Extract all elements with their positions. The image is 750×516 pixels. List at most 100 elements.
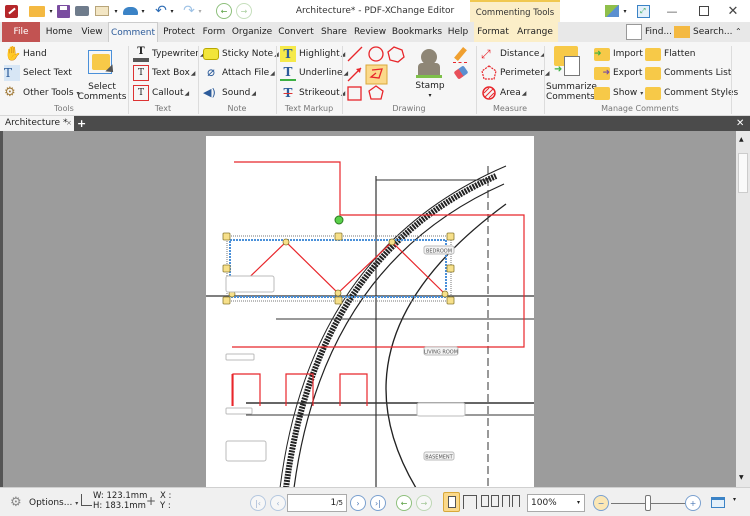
save-icon[interactable] [55,3,71,19]
scan-icon[interactable] [121,3,139,19]
open-folder-icon[interactable] [26,3,48,19]
polyline-tool-selected[interactable] [365,64,388,85]
sound-button[interactable]: ◀) Sound ◢ [203,84,256,102]
import-button[interactable]: ➜ Import [594,45,643,63]
collapse-ribbon-icon[interactable]: ⌃ [735,27,742,36]
highlight-button[interactable]: THighlight◢ [280,45,345,63]
resize-handle[interactable] [222,264,231,273]
strikeout-button[interactable]: TStrikeout◢ [280,84,346,102]
polygon-tool-icon[interactable] [368,85,384,100]
previous-page-button[interactable]: ‹ [270,495,286,511]
typewriter-button[interactable]: TTypewriter◢ [133,45,205,63]
close-tab-icon[interactable]: × [66,116,72,131]
undo-icon[interactable]: ↶ [154,3,168,19]
arrow-tool-icon[interactable] [347,67,362,82]
email-dropdown-icon[interactable]: ▾ [113,3,119,19]
close-all-tabs-icon[interactable]: ✕ [736,116,748,131]
redo-icon[interactable]: ↷ [182,3,196,19]
previous-view-button[interactable]: ← [396,495,412,511]
next-view-button[interactable]: → [416,495,432,511]
new-tab-button[interactable]: + [77,116,87,131]
menu-form[interactable]: Form [200,22,228,42]
menu-file[interactable]: File [2,22,40,42]
vertex-handle[interactable] [334,289,342,297]
minimize-button[interactable]: — [663,3,681,19]
resize-handle[interactable] [334,296,343,305]
forward-icon[interactable]: → [236,3,252,19]
resize-handle[interactable] [446,232,455,241]
menu-bookmarks[interactable]: Bookmarks [391,22,443,42]
scroll-down-icon[interactable]: ▼ [739,474,744,481]
layout-settings-icon[interactable] [603,3,621,19]
menu-help[interactable]: Help [446,22,470,42]
resize-handle[interactable] [446,296,455,305]
menu-home[interactable]: Home [43,22,75,42]
vertex-handle[interactable] [388,238,396,246]
maximize-button[interactable] [695,3,713,19]
menu-arrange[interactable]: Arrange [512,22,558,42]
options-button[interactable]: ⚙ Options... ▾ [10,494,78,512]
resize-handle[interactable] [334,232,343,241]
print-icon[interactable] [74,3,90,19]
red-bracket-annotation[interactable] [232,373,261,406]
rotate-handle[interactable] [334,215,344,225]
scan-dropdown-icon[interactable]: ▾ [140,3,146,19]
distance-button[interactable]: ⤢ Distance ◢ [481,45,545,63]
zoom-in-button[interactable]: + [685,495,701,511]
flatten-button[interactable]: Flatten [645,45,696,63]
pdf-page[interactable]: BEDROOM LIVING ROOM BASEMENT [206,136,534,488]
select-text-button[interactable]: T Select Text [4,64,72,82]
resize-handle[interactable] [446,264,455,273]
perimeter-button[interactable]: Perimeter ◢ [481,64,550,82]
menu-convert[interactable]: Convert [276,22,316,42]
attach-file-button[interactable]: ⌀ Attach File ◢ [203,64,275,82]
zoom-out-button[interactable]: − [593,495,609,511]
pencil-icon[interactable] [452,47,470,65]
scrollbar-thumb[interactable] [738,153,748,193]
page-number-input[interactable]: 1/5 [287,494,347,512]
vertical-scrollbar[interactable]: ▲ ▼ [736,131,750,487]
menu-comment[interactable]: Comment [108,22,158,42]
comments-list-button[interactable]: Comments List [645,64,731,82]
last-page-button[interactable]: ›| [370,495,386,511]
menu-review[interactable]: Review [352,22,388,42]
rectangle-tool-icon[interactable] [347,86,362,101]
fit-width-icon[interactable] [711,497,725,508]
sticky-note-button[interactable]: Sticky Note◢ [203,45,279,63]
zoom-select[interactable]: 100% ▾ [527,494,585,512]
hand-tool-button[interactable]: ✋ Hand [4,45,47,63]
continuous-view-button[interactable] [463,495,477,509]
zoom-slider-thumb[interactable] [645,495,651,511]
stamp-button[interactable]: Stamp ▾ [410,47,450,105]
resize-handle[interactable] [222,232,231,241]
callout-button[interactable]: T Callout ◢ [133,84,189,102]
other-tools-button[interactable]: ⚙ Other Tools ▾ [4,84,80,102]
comment-styles-button[interactable]: Comment Styles [645,84,738,102]
text-box-button[interactable]: T Text Box ◢ [133,64,195,82]
email-icon[interactable] [94,3,110,19]
scroll-up-icon[interactable]: ▲ [739,136,744,143]
summarize-comments-icon[interactable]: ➜ [552,46,588,80]
select-comments-button[interactable]: Select Comments [76,82,128,102]
single-page-view-button[interactable] [443,492,460,512]
layout-dropdown-icon[interactable]: ▾ [622,3,628,19]
first-page-button[interactable]: |‹ [250,495,266,511]
red-bracket-annotation[interactable] [339,373,368,406]
cloud-tool-icon[interactable] [387,46,405,63]
menu-view[interactable]: View [78,22,106,42]
next-page-button[interactable]: › [350,495,366,511]
facing-view-button[interactable] [481,495,499,509]
find-button[interactable]: Find... [626,23,672,41]
search-button[interactable]: Search... [674,23,733,41]
menu-organize[interactable]: Organize [231,22,273,42]
back-icon[interactable]: ← [216,3,232,19]
undo-dropdown-icon[interactable]: ▾ [169,3,175,19]
continuous-facing-view-button[interactable] [502,495,520,509]
oval-tool-icon[interactable] [368,46,384,62]
summarize-comments-button[interactable]: Summarize Comments [546,82,597,102]
document-tab[interactable]: Architecture * × [0,116,74,131]
resize-handle[interactable] [222,296,231,305]
redo-dropdown-icon[interactable]: ▾ [197,3,203,19]
vertex-handle[interactable] [282,238,290,246]
underline-button[interactable]: T Underline ◢ [280,64,348,82]
